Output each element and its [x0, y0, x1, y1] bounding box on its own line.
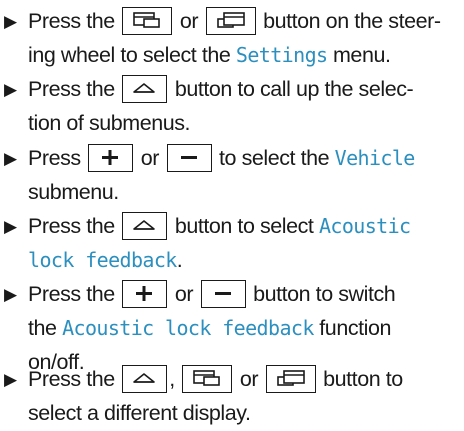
bullet-triangle-icon: ▶: [4, 12, 17, 31]
step-text: tion of submenus.: [28, 111, 191, 135]
bullet-triangle-icon: ▶: [4, 217, 17, 236]
step-text-line: submenu.: [28, 175, 119, 210]
step-text-line: Press the or button to switch: [28, 277, 396, 312]
bullet-triangle-icon: ▶: [4, 80, 17, 99]
step-text: button to call up the selec-: [169, 77, 414, 101]
display-menu-term: Acoustic lock feedback: [62, 316, 314, 340]
step-text: .: [176, 248, 183, 272]
page-forward-icon: [205, 7, 256, 35]
step-text-line: Press or to select the Vehicle: [28, 141, 415, 176]
instruction-step: ▶ Press the or button on the steer-ing wh…: [4, 4, 460, 72]
instruction-step: ▶ Press the button to call up the selec-t…: [4, 72, 460, 140]
step-text: Press the: [28, 282, 121, 306]
step-text-line: ing wheel to select the Settings menu.: [28, 38, 391, 73]
instruction-step: ▶ Press the button to select Acoustic lock…: [4, 209, 460, 277]
instruction-step: ▶ Press or to select the Vehicle submenu.: [4, 141, 460, 209]
home-icon: [122, 365, 168, 393]
step-text: ,: [169, 367, 181, 391]
step-text: select a different display.: [28, 401, 251, 425]
bullet-triangle-icon: ▶: [4, 370, 17, 389]
step-text: button on the steer-: [257, 9, 441, 33]
instruction-list: ▶ Press the or button on the steer-ing wh…: [0, 0, 464, 425]
display-menu-term: lock feedback: [28, 248, 177, 272]
step-text: button to select: [169, 214, 319, 238]
step-text: button to switch: [247, 282, 396, 306]
step-text: or: [169, 282, 199, 306]
page-back-icon: [182, 365, 233, 393]
display-menu-term: Acoustic: [318, 214, 411, 238]
step-text: or: [135, 146, 165, 170]
step-text-line: select a different display.: [28, 396, 251, 431]
page-forward-icon: [265, 365, 316, 393]
step-text: submenu.: [28, 180, 119, 204]
minus-icon: [200, 280, 246, 308]
step-text: Press the: [28, 9, 121, 33]
step-text: to select the: [213, 146, 335, 170]
step-text: ing wheel to select the: [28, 43, 236, 67]
minus-icon: [166, 144, 212, 172]
step-text: Press the: [28, 77, 121, 101]
step-text: Press: [28, 146, 87, 170]
step-text-line: the Acoustic lock feedback function: [28, 311, 391, 346]
step-text-line: tion of submenus.: [28, 106, 191, 141]
step-text-line: Press the button to call up the selec-: [28, 72, 414, 107]
page-back-icon: [122, 7, 173, 35]
step-text-line: Press the , or button to: [28, 362, 403, 397]
step-text: Press the: [28, 214, 121, 238]
step-text: function: [313, 316, 391, 340]
step-text: or: [234, 367, 264, 391]
step-text: menu.: [327, 43, 391, 67]
instruction-step: ▶ Press the , or button to select a differ…: [4, 362, 460, 430]
display-menu-term: Settings: [235, 43, 328, 67]
home-icon: [122, 212, 168, 240]
bullet-triangle-icon: ▶: [4, 149, 17, 168]
step-text: button to: [317, 367, 403, 391]
step-text-line: Press the or button on the steer-: [28, 4, 441, 39]
bullet-triangle-icon: ▶: [4, 285, 17, 304]
step-text: Press the: [28, 367, 121, 391]
step-text: the: [28, 316, 63, 340]
display-menu-term: Vehicle: [334, 146, 416, 170]
plus-icon: [122, 280, 168, 308]
step-text-line: lock feedback.: [28, 243, 183, 278]
step-text: or: [174, 9, 204, 33]
plus-icon: [88, 144, 134, 172]
step-text-line: Press the button to select Acoustic: [28, 209, 411, 244]
home-icon: [122, 75, 168, 103]
